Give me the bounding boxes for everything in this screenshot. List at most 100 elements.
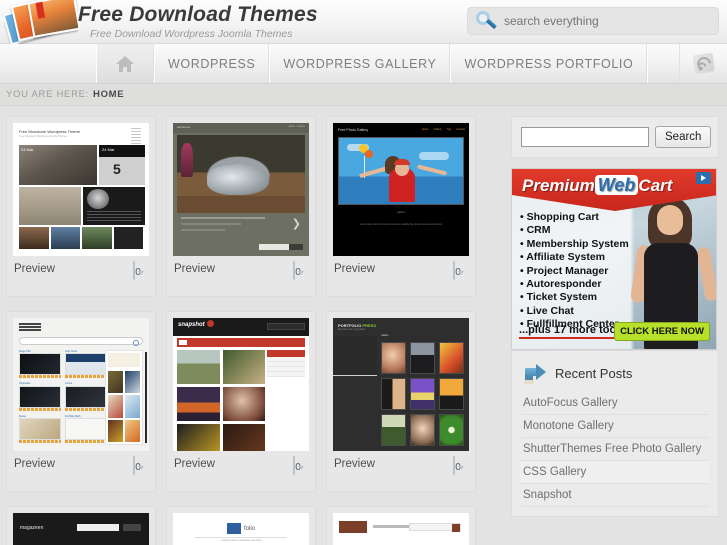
site-tagline: Free Download Wordpress Joomla Themes <box>90 28 293 40</box>
nav-item-home[interactable] <box>96 44 154 83</box>
preview-link[interactable]: Preview <box>14 262 55 276</box>
theme-thumbnail[interactable]: folio a simple place to showcase your wo… <box>172 512 310 545</box>
recent-post-item[interactable]: Monotone Gallery <box>521 415 709 438</box>
sidebar-search-input[interactable] <box>521 127 649 147</box>
recent-posts-title: Recent Posts <box>555 365 633 381</box>
page-root: Free Download Themes Free Download Wordp… <box>0 0 727 545</box>
recent-post-item[interactable]: ShutterThemes Free Photo Gallery <box>521 438 709 461</box>
thumb-title: Free Photo Gallery <box>338 128 369 132</box>
site-header: Free Download Themes Free Download Wordp… <box>0 0 727 44</box>
comment-counter[interactable]: 0 <box>446 456 468 475</box>
theme-thumbnail[interactable]: ❯ <box>172 122 310 257</box>
ad-cta-button[interactable]: CLICK HERE NOW <box>614 322 710 341</box>
comment-counter[interactable]: 0 <box>126 261 148 280</box>
ad-feature: Project Manager <box>520 265 644 278</box>
comment-bubble-icon <box>453 261 456 280</box>
comment-bubble-icon <box>133 261 136 280</box>
photo-stack-icon <box>4 0 78 44</box>
ad-feature: Autoresponder <box>520 278 644 291</box>
comment-bubble-icon <box>133 456 136 475</box>
ad-feature: Membership System <box>520 238 644 251</box>
play-badge-icon <box>696 172 711 184</box>
comment-bubble-icon <box>453 456 456 475</box>
comment-counter[interactable]: 0 <box>126 456 148 475</box>
thumb-brand: folio <box>243 525 256 532</box>
theme-card[interactable]: snapshot Preview <box>166 311 316 492</box>
nav-item-wordpress-gallery[interactable]: WORDPRESS GALLERY <box>269 44 451 83</box>
theme-card[interactable]: Beige CSS Origination Reuse Arlpt Cloud … <box>6 311 156 492</box>
nav-label: WORDPRESS <box>168 56 256 71</box>
sidebar-search-row: Search <box>521 126 712 148</box>
theme-thumbnail[interactable]: Free Photo Gallery Home Gallery Tag Contact… <box>332 122 470 257</box>
theme-thumbnail[interactable]: Free Monotone Wordpress Theme Free Downl… <box>12 122 150 257</box>
thumb-next-arrow-icon: ❯ <box>291 218 301 230</box>
theme-thumbnail[interactable]: PORTFOLIO PRESS Best theme for your gall… <box>332 317 470 452</box>
thumb-brand: magazeen <box>20 525 44 531</box>
main-navigation: WORDPRESS WORDPRESS GALLERY WORDPRESS PO… <box>0 44 727 84</box>
card-meta: Preview 0 <box>332 452 470 486</box>
comment-counter[interactable]: 0 <box>446 261 468 280</box>
thumb-brand: snapshot <box>178 322 205 328</box>
theme-card[interactable]: Preview 0 <box>326 506 476 545</box>
top-search-input[interactable] <box>504 14 718 28</box>
rss-feed-button[interactable] <box>679 44 727 83</box>
theme-card[interactable]: magazeen Preview 0 <box>6 506 156 545</box>
top-search-box[interactable] <box>467 7 719 35</box>
ad-feature: CRM <box>520 224 644 237</box>
card-meta: Preview 0 <box>172 257 310 291</box>
preview-link[interactable]: Preview <box>174 457 215 471</box>
thumb-caption: Cabox <box>381 334 389 337</box>
home-icon <box>116 55 134 72</box>
ad-feature: Shopping Cart <box>520 211 644 224</box>
theme-thumbnail[interactable]: Beige CSS Origination Reuse Arlpt Cloud … <box>12 317 150 452</box>
ad-feature: Affiliate System <box>520 251 644 264</box>
nav-filler <box>647 44 679 83</box>
preview-link[interactable]: Preview <box>14 457 55 471</box>
theme-card-grid: Free Monotone Wordpress Theme Free Downl… <box>6 116 506 545</box>
theme-card[interactable]: Free Monotone Wordpress Theme Free Downl… <box>6 116 156 297</box>
preview-link[interactable]: Preview <box>174 262 215 276</box>
card-meta: Preview 0 <box>332 257 470 291</box>
theme-card[interactable]: Free Photo Gallery Home Gallery Tag Contact… <box>326 116 476 297</box>
recent-posts-list: AutoFocus Gallery Monotone Gallery Shutt… <box>521 392 709 507</box>
ad-title-cart: Cart <box>638 176 673 195</box>
advertisement-banner[interactable]: PremiumWebCart Shopping Cart CRM Members… <box>511 168 717 350</box>
recent-post-item[interactable]: CSS Gallery <box>521 461 709 484</box>
recent-posts-header: Recent Posts <box>521 360 709 392</box>
card-meta: Preview 0 <box>172 452 310 486</box>
breadcrumb-current[interactable]: HOME <box>93 89 124 100</box>
recent-post-item[interactable]: Snapshot <box>521 484 709 507</box>
arrow-forward-icon <box>523 362 549 384</box>
nav-label: WORDPRESS GALLERY <box>283 56 437 71</box>
theme-thumbnail[interactable]: magazeen <box>12 512 150 545</box>
thumb-title-accent: PRESS <box>362 323 377 328</box>
comment-counter[interactable]: 0 <box>286 261 308 280</box>
nav-item-wordpress[interactable]: WORDPRESS <box>154 44 270 83</box>
breadcrumb: YOU ARE HERE: HOME <box>0 84 727 106</box>
comment-bubble-icon <box>293 456 296 475</box>
thumb-title: Free Monotone Wordpress Theme <box>19 129 80 134</box>
recent-post-item[interactable]: AutoFocus Gallery <box>521 392 709 415</box>
sidebar-search-widget: Search <box>511 116 719 158</box>
ad-feature: Live Chat <box>520 305 644 318</box>
recent-posts-widget: Recent Posts AutoFocus Gallery Monotone … <box>511 350 719 517</box>
comment-counter[interactable]: 0 <box>286 456 308 475</box>
theme-thumbnail[interactable] <box>332 512 470 545</box>
theme-card[interactable]: PORTFOLIO PRESS Best theme for your gall… <box>326 311 476 492</box>
preview-link[interactable]: Preview <box>334 262 375 276</box>
preview-link[interactable]: Preview <box>334 457 375 471</box>
theme-grid-content: Free Monotone Wordpress Theme Free Downl… <box>6 116 506 545</box>
ad-feature-list: Shopping Cart CRM Membership System Affi… <box>520 211 644 332</box>
theme-card[interactable]: ❯ Preview 0 <box>166 116 316 297</box>
rss-feed-icon <box>692 52 715 75</box>
theme-card[interactable]: folio a simple place to showcase your wo… <box>166 506 316 545</box>
site-title: Free Download Themes <box>78 3 318 26</box>
ad-title: Premium Web Cart <box>522 175 712 196</box>
nav-item-wordpress-portfolio[interactable]: WORDPRESS PORTFOLIO <box>450 44 648 83</box>
sidebar-search-button[interactable]: Search <box>655 126 712 148</box>
card-meta: Preview 0 <box>12 452 150 486</box>
thumb-title: PORTFOLIO <box>338 323 363 328</box>
ad-title-web: Web <box>594 175 639 195</box>
theme-thumbnail[interactable]: snapshot <box>172 317 310 452</box>
